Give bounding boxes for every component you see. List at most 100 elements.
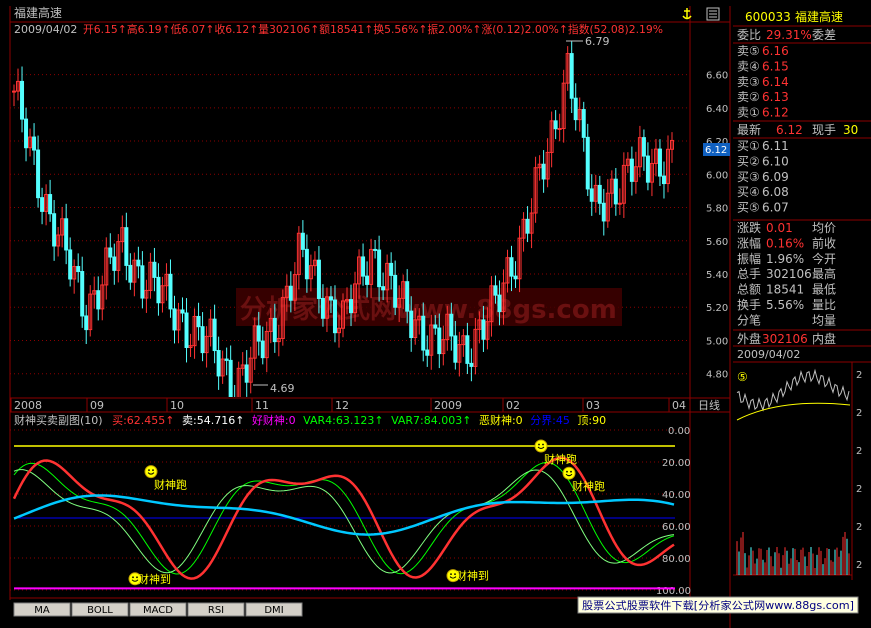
stat-value: 302106	[766, 267, 812, 281]
sell-price: 6.15	[762, 59, 789, 73]
sell-price: 6.13	[762, 90, 789, 104]
candle-body	[553, 120, 558, 130]
smiley-icon	[562, 466, 576, 480]
tab-ma[interactable]: MA	[13, 602, 71, 617]
tab-boll[interactable]: BOLL	[71, 602, 129, 617]
candle-body	[212, 318, 217, 352]
candle-body	[68, 249, 73, 280]
price-tick-label: 5.00	[706, 336, 728, 347]
tab-macd[interactable]: MACD	[129, 602, 187, 617]
tab-label: DMI	[264, 605, 283, 616]
buy-row: 买③ 6.09	[737, 170, 789, 184]
svg-text:30: 30	[843, 123, 858, 137]
indicator-tabs[interactable]: MA BOLL MACD RSI DMI	[13, 602, 303, 617]
candle-body	[377, 249, 382, 288]
candle-body	[509, 257, 514, 277]
candle-body	[425, 349, 430, 356]
candle-body	[84, 315, 89, 331]
stat-value: 0.16%	[766, 236, 804, 250]
candle-body	[136, 259, 141, 267]
svg-text:股票公式股票软件下载[分析家公式网www.88gs.com]: 股票公式股票软件下载[分析家公式网www.88gs.com]	[582, 599, 854, 612]
candle-body	[617, 202, 622, 205]
candle-body	[124, 227, 129, 266]
tab-label: MACD	[143, 605, 173, 616]
candle-body	[12, 90, 16, 93]
stat-row: 涨跌 0.01 均价	[737, 220, 836, 235]
candle-body	[80, 271, 85, 317]
price-tick-label: 5.40	[706, 270, 728, 281]
candle-body	[409, 310, 414, 339]
candle-body	[481, 319, 486, 340]
candle-body	[661, 175, 666, 185]
stat-label: 振幅	[737, 251, 761, 266]
indicator-tick-label: 60.00	[662, 522, 691, 533]
indicator-var7: VAR7:84.003↑	[391, 414, 471, 427]
buy-row: 买① 6.11	[737, 139, 789, 153]
indicator-good: 好财神:0	[252, 413, 296, 427]
candle-body	[184, 312, 189, 348]
mini-axis-label: 2	[856, 370, 862, 381]
candle-body	[361, 256, 366, 277]
current-price-tag: 6.12	[703, 143, 730, 156]
buy-orders: 买① 6.11买② 6.10买③ 6.09买④ 6.08买⑤ 6.07	[737, 139, 789, 215]
candle-body	[200, 326, 205, 354]
candle-body	[437, 327, 442, 355]
ohlc-info: 开6.15↑高6.19↑低6.07↑收6.12↑量302106↑额18541↑换…	[83, 22, 663, 36]
indicator-tick-label: 20.00	[662, 458, 691, 469]
candle-body	[260, 340, 265, 359]
stat-label: 涨跌	[737, 220, 761, 235]
candle-body	[657, 148, 662, 177]
tab-dmi[interactable]: DMI	[245, 602, 303, 617]
candle-body	[156, 276, 161, 304]
stat-label: 总额	[737, 283, 761, 297]
candle-body	[465, 335, 470, 364]
price-tick-label: 6.40	[706, 104, 728, 115]
candle-body	[76, 266, 81, 273]
candle-body	[449, 313, 454, 337]
candle-body	[573, 97, 578, 121]
tab-rsi[interactable]: RSI	[187, 602, 245, 617]
indicator-bad: 恶财神:0	[479, 413, 523, 427]
candle-body	[172, 308, 177, 331]
stat-label2: 前收	[812, 235, 836, 250]
x-axis-label: 09	[90, 399, 104, 412]
smiley-icon	[534, 439, 548, 453]
sell-price: 6.12	[762, 106, 789, 120]
buy-price: 6.11	[762, 139, 789, 153]
candle-body	[513, 275, 518, 280]
candle-body	[557, 128, 562, 131]
quote-stock-name: 福建高速	[795, 9, 843, 24]
mini-axis-label: 2	[856, 484, 862, 495]
signal-label: 财神跑	[154, 478, 187, 492]
buy-label: 买③	[737, 170, 760, 184]
buy-price: 6.09	[762, 170, 789, 184]
svg-text:外盘: 外盘	[737, 331, 761, 346]
candle-body	[32, 136, 37, 151]
stat-value: 0.01	[766, 221, 793, 235]
buy-row: 买④ 6.08	[737, 185, 789, 199]
mini-axis-label: 2	[856, 560, 862, 571]
indicator-top: 顶:90	[577, 414, 606, 427]
smiley-icon	[144, 465, 158, 479]
candle-body	[629, 158, 634, 182]
ad-banner[interactable]: 股票公式股票软件下载[分析家公式网www.88gs.com]	[577, 596, 859, 614]
candle-body	[196, 315, 201, 328]
candle-body	[272, 317, 277, 343]
signal-label: 财神跑	[544, 452, 577, 466]
buy-label: 买④	[737, 185, 760, 199]
svg-text:29.31%: 29.31%	[766, 28, 812, 42]
stat-row: 总额 18541 最低	[737, 283, 836, 297]
stat-label: 换手	[737, 298, 761, 312]
candle-body	[224, 358, 229, 361]
indicator-var4: VAR4:63.123↑	[303, 414, 383, 427]
stat-label2: 最低	[812, 283, 836, 297]
candle-body	[433, 324, 438, 329]
candle-body	[585, 136, 590, 190]
candle-body	[569, 53, 574, 99]
candle-body	[96, 290, 101, 310]
sell-row: 卖⑤ 6.16	[737, 44, 789, 58]
period-label[interactable]: 日线	[698, 398, 720, 412]
stat-label2: 均价	[812, 221, 836, 235]
x-axis-label: 03	[586, 399, 600, 412]
candle-body	[108, 247, 113, 258]
